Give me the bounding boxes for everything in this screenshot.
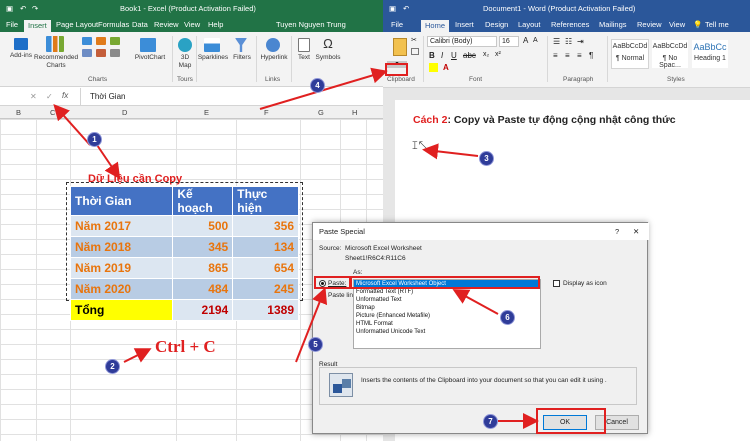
arrow-to-shortcut — [123, 348, 152, 363]
arrow-to-excel-object — [452, 289, 499, 315]
step-marker-6: 6 — [501, 311, 514, 324]
step-marker-7: 7 — [484, 415, 497, 428]
step-marker-4: 4 — [311, 79, 324, 92]
annotation-arrows — [53, 67, 539, 429]
step-marker-3: 3 — [480, 152, 493, 165]
arrow-to-formula — [53, 104, 91, 146]
step-marker-2: 2 — [106, 360, 119, 373]
step-marker-1: 1 — [88, 133, 101, 146]
arrow-to-paste-option — [295, 287, 328, 363]
step-marker-5: 5 — [309, 338, 322, 351]
arrow-to-cursor — [422, 143, 479, 160]
arrow-to-table — [96, 144, 121, 180]
arrow-to-paste-dropdown — [259, 67, 388, 110]
